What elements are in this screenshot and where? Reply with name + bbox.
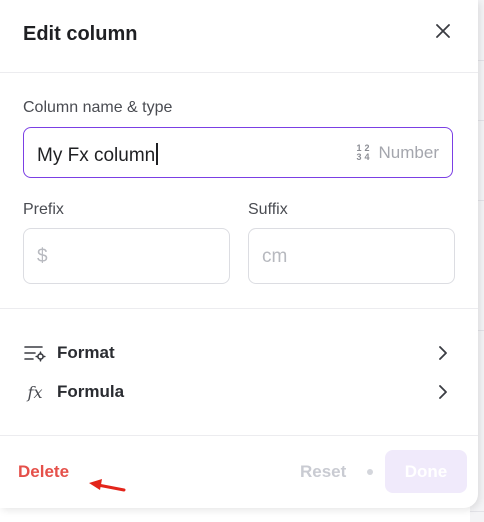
- column-name-value: My Fx column: [37, 145, 156, 166]
- prefix-placeholder: $: [37, 246, 48, 267]
- column-name-type-label: Column name & type: [23, 99, 173, 116]
- dialog-header: Edit column: [0, 0, 478, 73]
- type-icon-digit: 4: [364, 152, 370, 162]
- background-divider: [470, 511, 484, 512]
- text-caret: [156, 143, 159, 165]
- prefix-input[interactable]: $: [23, 228, 230, 284]
- reset-button[interactable]: Reset: [300, 462, 346, 482]
- prefix-label: Prefix: [23, 201, 64, 218]
- formula-option-label: Formula: [57, 382, 125, 401]
- format-option[interactable]: Format: [23, 338, 453, 368]
- suffix-label: Suffix: [248, 201, 288, 218]
- column-type-label: Number: [378, 143, 439, 162]
- edit-column-dialog: Edit column Column name & type My Fx col…: [0, 0, 478, 508]
- section-divider: [0, 308, 478, 309]
- formula-option[interactable]: fx Formula: [23, 377, 453, 407]
- close-icon: [436, 23, 450, 43]
- delete-button[interactable]: Delete: [18, 462, 69, 482]
- footer-divider: [0, 435, 478, 436]
- suffix-placeholder: cm: [262, 246, 288, 267]
- type-icon-digit: 3: [356, 152, 362, 162]
- format-option-label: Format: [57, 343, 115, 362]
- separator-dot: [367, 469, 373, 475]
- close-button[interactable]: [428, 18, 458, 48]
- number-type-icon: 1 2 3 4: [357, 144, 373, 162]
- annotation-arrow-icon: [86, 476, 128, 503]
- suffix-input[interactable]: cm: [248, 228, 455, 284]
- dialog-title: Edit column: [23, 23, 138, 45]
- done-button[interactable]: Done: [385, 450, 467, 493]
- column-type-selector[interactable]: 1 2 3 4 Number: [357, 143, 439, 163]
- chevron-right-icon: [433, 382, 453, 402]
- format-settings-icon: [23, 341, 47, 365]
- formula-fx-icon: fx: [27, 382, 43, 402]
- chevron-right-icon: [433, 343, 453, 363]
- column-name-input[interactable]: My Fx column 1 2 3 4 Number: [23, 127, 453, 178]
